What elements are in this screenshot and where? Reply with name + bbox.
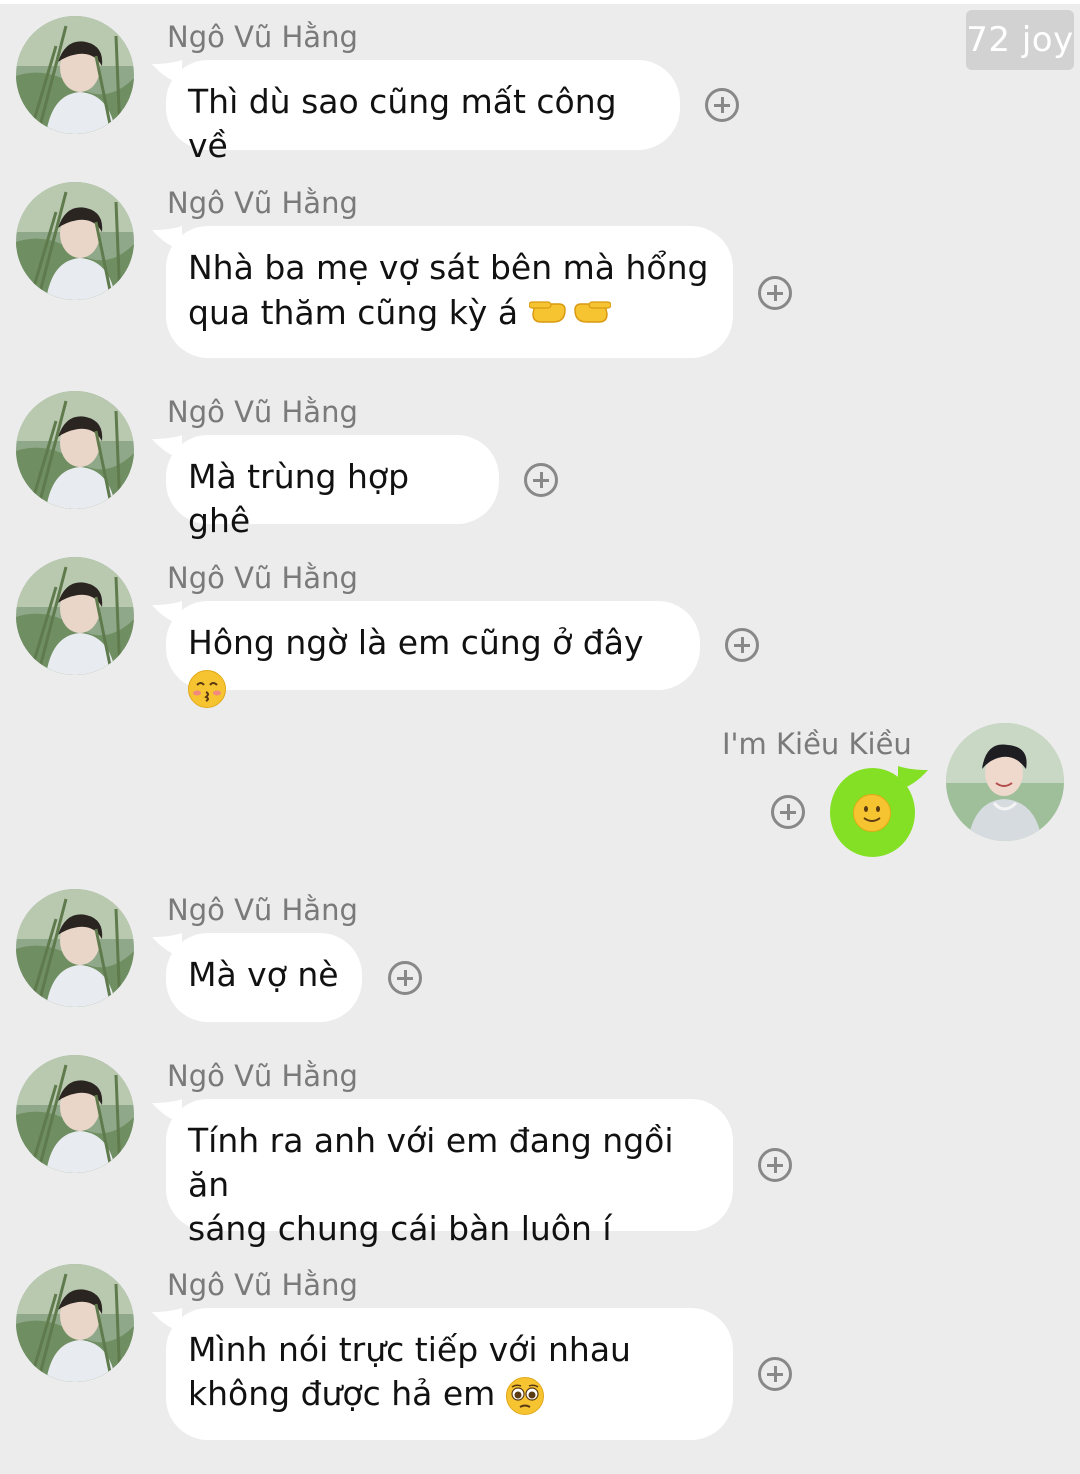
add-reaction-button[interactable] [758, 276, 792, 310]
message-bubble[interactable]: Hông ngờ là em cũng ở đây [166, 601, 700, 708]
message-text: sáng chung cái bàn luôn í [188, 1209, 612, 1248]
sender-name: Ngô Vũ Hằng [167, 186, 358, 220]
message-text: qua thăm cũng kỳ á [188, 293, 519, 332]
sender-avatar[interactable] [16, 16, 134, 134]
sender-name: Ngô Vũ Hằng [167, 1059, 358, 1093]
watermark: 72 joy [966, 10, 1074, 70]
message-text: Tính ra anh với em đang ngồi ăn [188, 1121, 674, 1204]
message-text: Mà trùng hợp ghê [188, 457, 410, 540]
message-bubble[interactable]: Mà trùng hợp ghê [166, 435, 499, 540]
sender-avatar[interactable] [16, 889, 134, 1007]
sender-name: Ngô Vũ Hằng [167, 1268, 358, 1302]
add-reaction-button[interactable] [758, 1148, 792, 1182]
sender-avatar[interactable] [16, 557, 134, 675]
add-reaction-button[interactable] [705, 88, 739, 122]
add-reaction-button[interactable] [771, 795, 805, 829]
sender-name: Ngô Vũ Hằng [167, 20, 358, 54]
sender-avatar[interactable] [16, 182, 134, 300]
add-reaction-button[interactable] [524, 463, 558, 497]
message-bubble[interactable]: Thì dù sao cũng mất công về [166, 60, 680, 165]
message-bubble[interactable]: Nhà ba mẹ vợ sát bên mà hổng qua thăm cũ… [166, 226, 733, 358]
message-bubble[interactable]: Mình nói trực tiếp với nhau không được h… [166, 1308, 733, 1440]
add-reaction-button[interactable] [725, 628, 759, 662]
sender-avatar[interactable] [16, 1264, 134, 1382]
sender-avatar[interactable] [16, 391, 134, 509]
pleading-face-emoji [505, 1376, 544, 1415]
message-text: Nhà ba mẹ vợ sát bên mà hổng [188, 248, 709, 287]
add-reaction-button[interactable] [388, 961, 422, 995]
sender-name: Ngô Vũ Hằng [167, 561, 358, 595]
message-bubble[interactable]: Tính ra anh với em đang ngồi ăn sáng chu… [166, 1099, 733, 1248]
top-edge [0, 0, 1080, 4]
kissing-face-emoji [188, 669, 226, 708]
my-avatar[interactable] [946, 723, 1064, 841]
sender-name: Ngô Vũ Hằng [167, 893, 358, 927]
sender-name: Ngô Vũ Hằng [167, 395, 358, 429]
message-text: không được hả em [188, 1374, 496, 1413]
pointing-hands-emoji [527, 290, 612, 339]
smiling-face-emoji [853, 794, 891, 832]
message-text: Hông ngờ là em cũng ở đây [188, 623, 644, 662]
message-bubble[interactable]: Mà vợ nè [166, 933, 362, 1022]
message-bubble[interactable] [830, 768, 915, 857]
message-text: Mình nói trực tiếp với nhau [188, 1330, 631, 1369]
sender-name: I'm Kiều Kiều [722, 727, 912, 761]
message-text: Thì dù sao cũng mất công về [188, 82, 617, 165]
message-text: Mà vợ nè [188, 955, 339, 994]
sender-avatar[interactable] [16, 1055, 134, 1173]
add-reaction-button[interactable] [758, 1357, 792, 1391]
